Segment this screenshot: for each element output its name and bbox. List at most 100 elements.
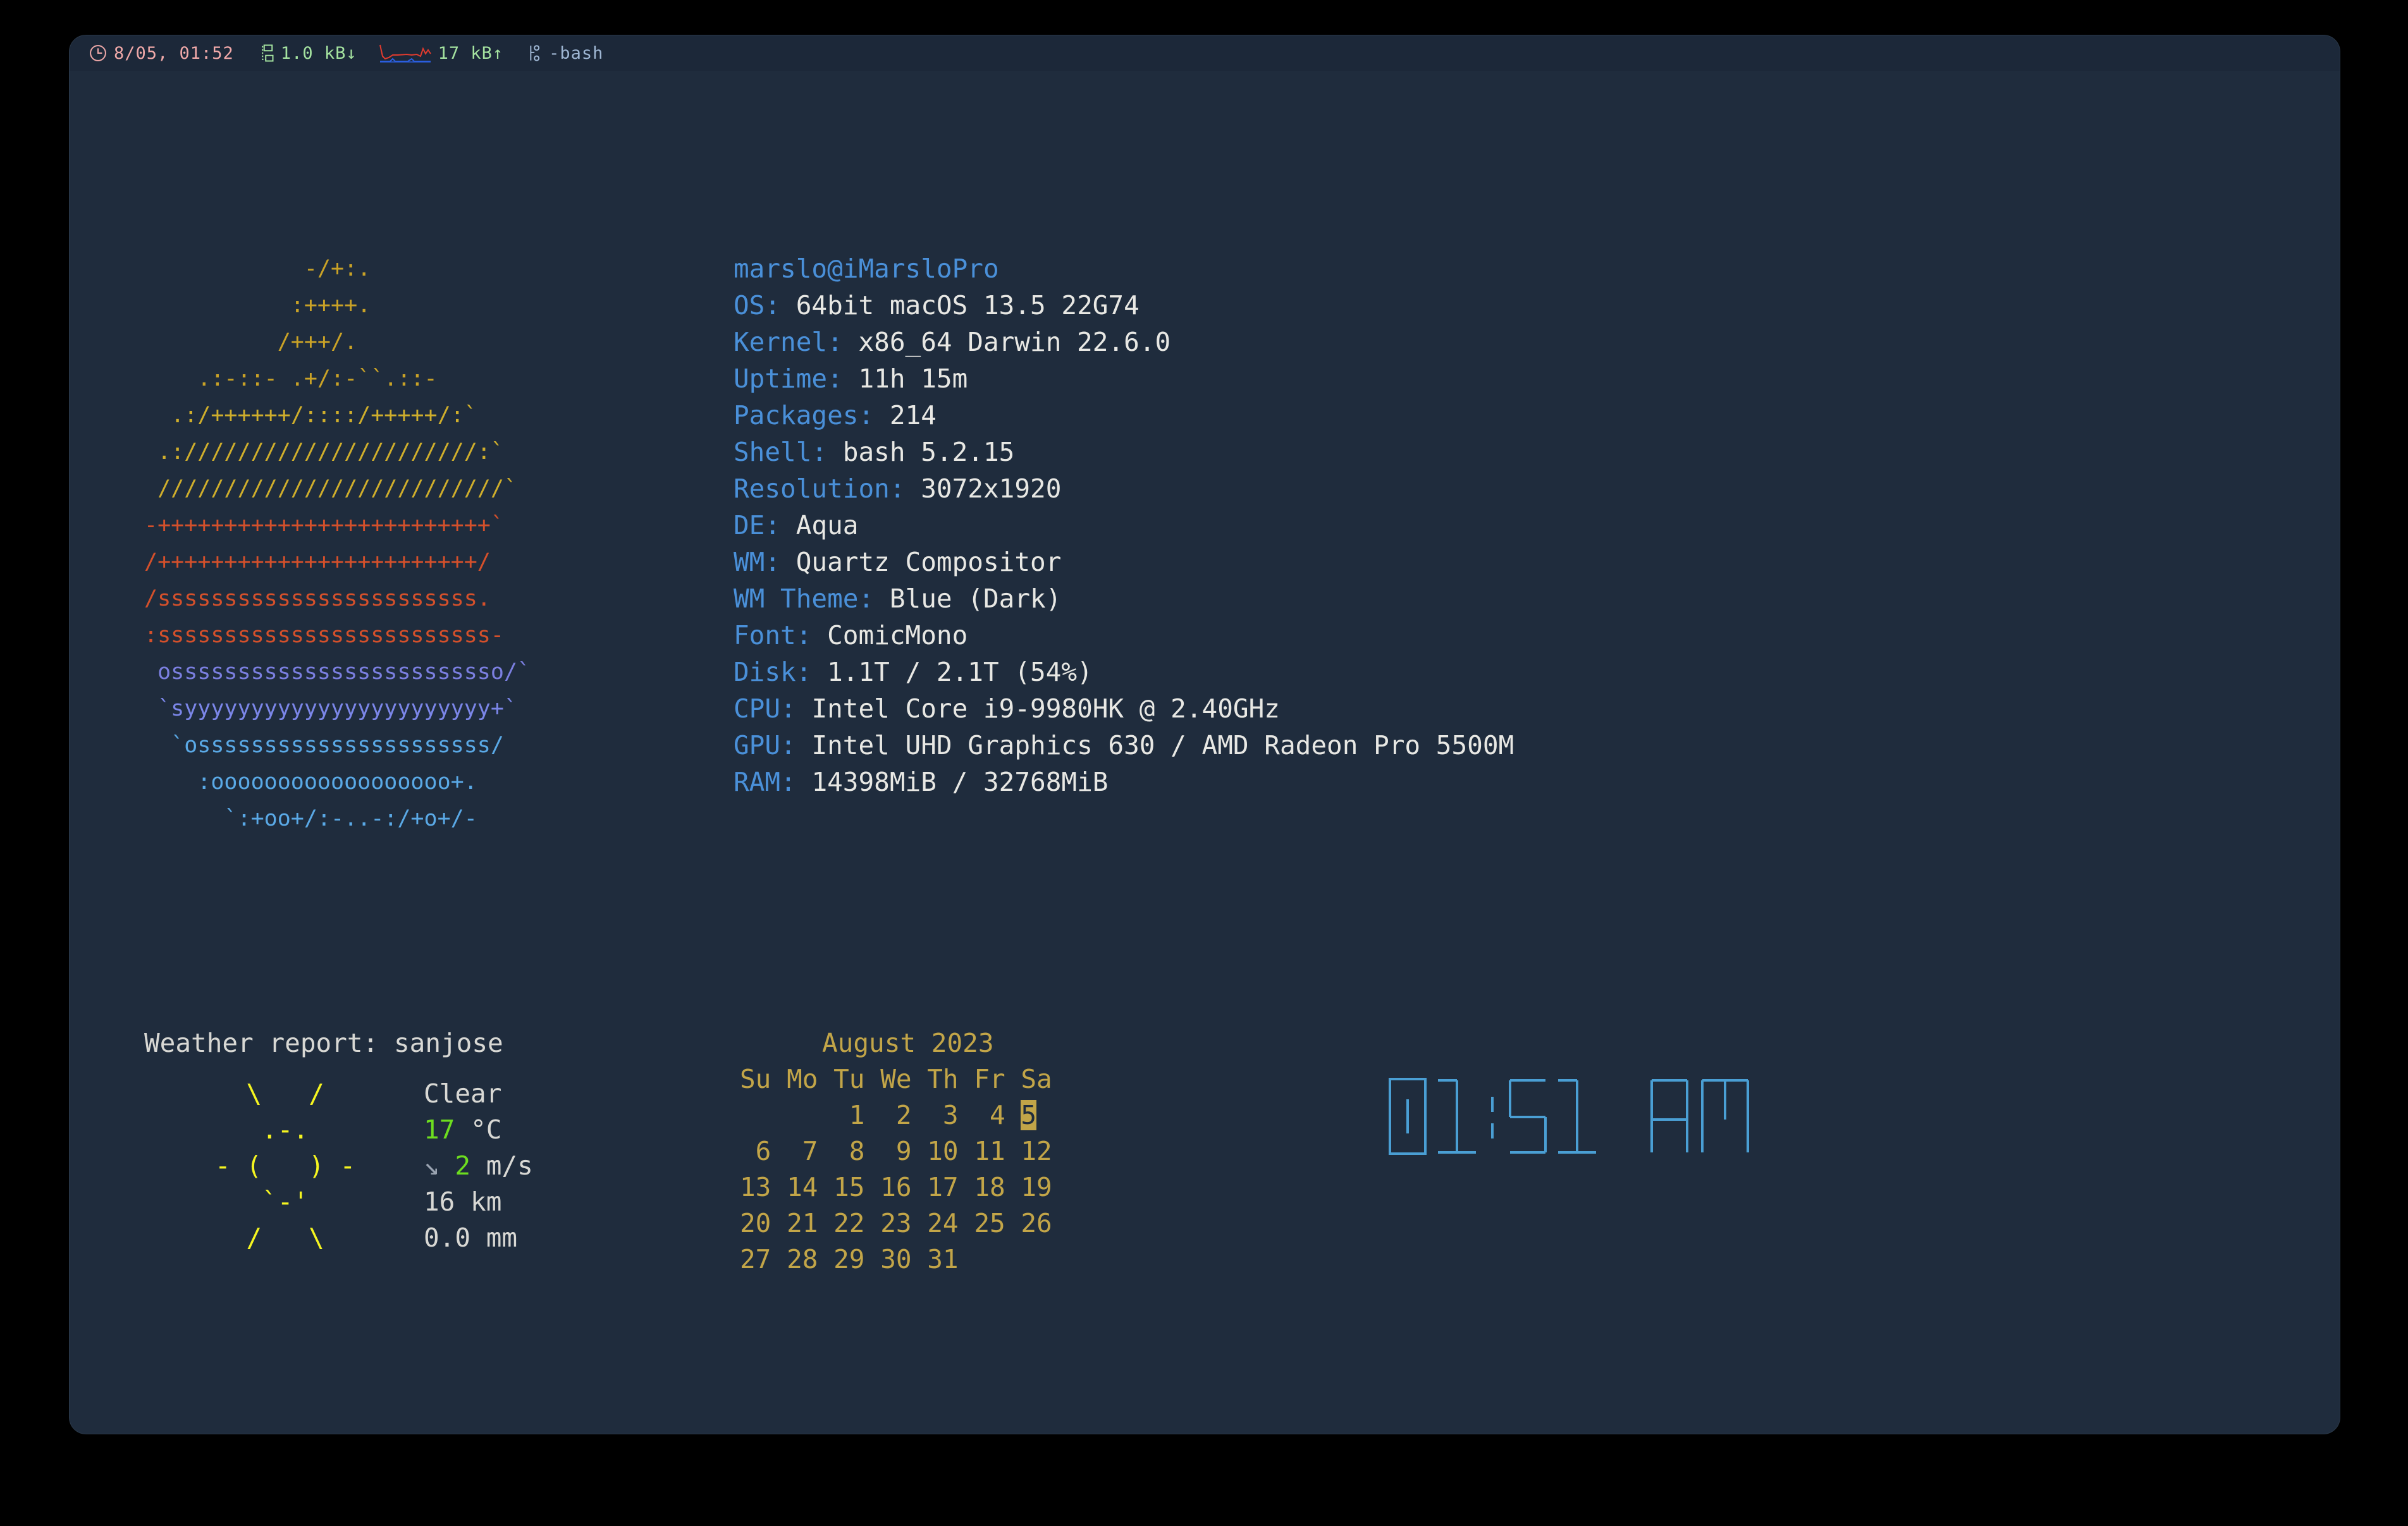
apple-ascii-art: -/+:. :++++. /+++/. .:-::- .+/:-``.::- .…: [144, 250, 701, 837]
neofetch-value: ComicMono: [827, 620, 968, 650]
titlebar-session-group[interactable]: -bash: [525, 44, 603, 63]
art-line: //////////////////////////`: [144, 476, 518, 501]
neofetch-key: CPU: [734, 693, 781, 724]
calendar-day[interactable]: 20: [740, 1208, 771, 1238]
wind-direction-arrow: ↘: [424, 1151, 439, 1181]
art-line: :oooooooooooooooooo+.: [144, 769, 477, 795]
calendar-day[interactable]: 6: [740, 1136, 771, 1166]
calendar-day[interactable]: 9: [880, 1136, 912, 1166]
calendar-day[interactable]: 22: [833, 1208, 864, 1238]
titlebar-download-group: 1.0 kB↓: [255, 44, 357, 63]
calendar-day[interactable]: 26: [1021, 1208, 1052, 1238]
titlebar-clock-group: 8/05, 01:52: [89, 44, 234, 63]
calendar-day-today[interactable]: 5: [1021, 1100, 1037, 1130]
neofetch-key: GPU: [734, 730, 781, 760]
art-line: /++++++++++++++++++++++++/: [144, 549, 491, 575]
calendar-day[interactable]: 27: [740, 1244, 771, 1274]
calendar-day[interactable]: 10: [927, 1136, 958, 1166]
art-line: /+++/.: [144, 329, 358, 355]
calendar-weekday: Mo: [787, 1064, 818, 1094]
neofetch-key: Uptime: [734, 363, 828, 394]
calendar-day[interactable]: 16: [880, 1172, 911, 1202]
calendar-day[interactable]: 12: [1021, 1136, 1052, 1166]
calendar-day[interactable]: 15: [833, 1172, 864, 1202]
titlebar-upload-group: 17 kB↑: [379, 42, 504, 64]
digital-clock: [1230, 1039, 1778, 1203]
neofetch-info: marslo@iMarsloPro OS: 64bit macOS 13.5 2…: [734, 253, 1514, 797]
calendar-weekday: Sa: [1021, 1064, 1052, 1094]
neofetch-key: Resolution: [734, 473, 890, 504]
calendar-day[interactable]: 1: [833, 1100, 865, 1130]
titlebar-upload-rate: 17 kB↑: [438, 43, 504, 63]
neofetch-value: Quartz Compositor: [796, 547, 1062, 577]
weather-temperature: 17: [424, 1114, 455, 1145]
weather-values: Clear 17 °C ↘ 2 m/s 16 km 0.0 mm: [424, 1076, 533, 1256]
weather-visibility: 16 km: [424, 1187, 502, 1217]
art-line: `syyyyyyyyyyyyyyyyyyyyyyy+`: [144, 696, 518, 721]
art-line: osssssssssssssssssssssssso/`: [144, 659, 531, 685]
neofetch-key: Shell: [734, 437, 812, 467]
neofetch-value: bash 5.2.15: [842, 437, 1015, 467]
weather-temperature-unit: °C: [470, 1114, 502, 1145]
art-line: `ossssssssssssssssssssss/: [144, 733, 504, 758]
git-branch-icon: [525, 44, 543, 63]
clock-icon: [89, 44, 108, 63]
calendar-day[interactable]: 19: [1021, 1172, 1052, 1202]
calendar-weekday: Fr: [974, 1064, 1005, 1094]
weather-condition: Clear: [424, 1078, 502, 1109]
art-line: -/+:.: [144, 256, 371, 281]
calendar-day[interactable]: 28: [787, 1244, 818, 1274]
terminal-titlebar[interactable]: 8/05, 01:52 1.0 kB↓ 17 kB↑ -bash: [70, 35, 2340, 71]
network-icon: [255, 44, 274, 63]
desktop-background: 8/05, 01:52 1.0 kB↓ 17 kB↑ -bash -/+:.:…: [0, 0, 2408, 1526]
calendar-day[interactable]: 2: [880, 1100, 912, 1130]
art-line: :sssssssssssssssssssssssss-: [144, 623, 504, 648]
calendar-day[interactable]: 7: [787, 1136, 818, 1166]
calendar-day[interactable]: 18: [974, 1172, 1005, 1202]
calendar-day[interactable]: 31: [927, 1244, 958, 1274]
weather-wind-speed: 2: [455, 1151, 471, 1181]
neofetch-key: Disk: [734, 657, 796, 687]
calendar-day[interactable]: 11: [974, 1136, 1005, 1166]
calendar-day[interactable]: 24: [927, 1208, 958, 1238]
neofetch-key: DE: [734, 510, 765, 540]
neofetch-block: -/+:. :++++. /+++/. .:-::- .+/:-``.::- .…: [70, 229, 2340, 837]
network-graph-icon: [379, 42, 432, 64]
art-line: .://////////////////////:`: [144, 439, 504, 465]
art-line: -+++++++++++++++++++++++++`: [144, 513, 504, 538]
terminal-content[interactable]: -/+:. :++++. /+++/. .:-::- .+/:-``.::- .…: [70, 71, 2340, 1434]
art-line: /ssssssssssssssssssssssss.: [144, 586, 491, 611]
calendar-day[interactable]: 13: [740, 1172, 771, 1202]
art-line: :++++.: [144, 293, 371, 318]
neofetch-value: 3072x1920: [921, 473, 1062, 504]
calendar-day[interactable]: 4: [974, 1100, 1005, 1130]
dashboard-row: Weather report: sanjose \ / .-. - ( ) - …: [70, 1025, 2340, 1291]
art-line: .:/++++++/::::/+++++/:`: [144, 403, 477, 428]
neofetch-value: 11h 15m: [858, 363, 968, 394]
calendar-day[interactable]: 8: [833, 1136, 865, 1166]
neofetch-value: x86_64 Darwin 22.6.0: [858, 327, 1171, 357]
neofetch-key: Kernel: [734, 327, 828, 357]
weather-precipitation: 0.0 mm: [424, 1223, 518, 1253]
calendar-day[interactable]: 14: [787, 1172, 818, 1202]
calendar-day[interactable]: 3: [927, 1100, 959, 1130]
art-line: .:-::- .+/:-``.::-: [144, 366, 438, 391]
titlebar-download-rate: 1.0 kB↓: [280, 43, 357, 63]
neofetch-value: 64bit macOS 13.5 22G74: [796, 290, 1140, 320]
titlebar-datetime: 8/05, 01:52: [114, 43, 234, 63]
titlebar-session-name: -bash: [549, 43, 604, 63]
weather-wind-unit: m/s: [486, 1151, 533, 1181]
calendar-day[interactable]: 21: [787, 1208, 818, 1238]
calendar-day[interactable]: 17: [927, 1172, 958, 1202]
calendar-day[interactable]: 29: [833, 1244, 864, 1274]
neofetch-value: 1.1T / 2.1T (54%): [827, 657, 1093, 687]
neofetch-key: OS: [734, 290, 765, 320]
calendar-weekday: Tu: [833, 1064, 865, 1094]
art-line: `:+oo+/:-..-:/+o+/-: [144, 806, 477, 831]
neofetch-value: 214: [889, 400, 937, 430]
calendar-weekday: Su: [740, 1064, 771, 1094]
calendar-day[interactable]: 30: [880, 1244, 911, 1274]
calendar-day[interactable]: 23: [880, 1208, 911, 1238]
neofetch-value: 14398MiB / 32768MiB: [811, 767, 1109, 797]
calendar-day[interactable]: 25: [974, 1208, 1005, 1238]
